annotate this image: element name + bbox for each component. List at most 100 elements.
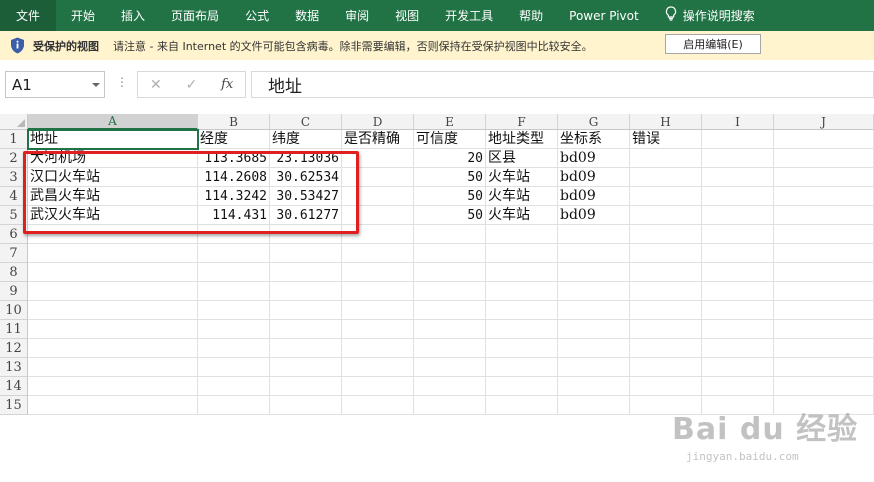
cell-b11[interactable] <box>198 320 270 339</box>
cell-e8[interactable] <box>414 263 486 282</box>
cell-a15[interactable] <box>28 396 198 415</box>
cell-e3[interactable]: 50 <box>414 168 486 187</box>
cell-j15[interactable] <box>774 396 874 415</box>
cell-e10[interactable] <box>414 301 486 320</box>
cell-g12[interactable] <box>558 339 630 358</box>
cell-a4[interactable]: 武昌火车站 <box>28 187 198 206</box>
cell-a12[interactable] <box>28 339 198 358</box>
cell-h11[interactable] <box>630 320 702 339</box>
tab-help[interactable]: 帮助 <box>506 0 556 31</box>
cell-d1[interactable]: 是否精确 <box>342 130 414 149</box>
cell-a1[interactable]: 地址 <box>27 129 199 150</box>
row-header-7[interactable]: 7 <box>0 244 28 263</box>
cell-e15[interactable] <box>414 396 486 415</box>
cell-h6[interactable] <box>630 225 702 244</box>
cell-e14[interactable] <box>414 377 486 396</box>
cell-h15[interactable] <box>630 396 702 415</box>
cell-f12[interactable] <box>486 339 558 358</box>
cell-d10[interactable] <box>342 301 414 320</box>
cell-a10[interactable] <box>28 301 198 320</box>
cell-f13[interactable] <box>486 358 558 377</box>
cell-c15[interactable] <box>270 396 342 415</box>
name-box[interactable]: A1 <box>5 71 105 98</box>
column-header-d[interactable]: D <box>342 114 414 130</box>
cell-i2[interactable] <box>702 149 774 168</box>
cell-e13[interactable] <box>414 358 486 377</box>
cell-g10[interactable] <box>558 301 630 320</box>
cell-j10[interactable] <box>774 301 874 320</box>
cell-g7[interactable] <box>558 244 630 263</box>
cell-e9[interactable] <box>414 282 486 301</box>
cell-c1[interactable]: 纬度 <box>270 130 342 149</box>
cell-d8[interactable] <box>342 263 414 282</box>
cell-h4[interactable] <box>630 187 702 206</box>
cell-i3[interactable] <box>702 168 774 187</box>
cell-j11[interactable] <box>774 320 874 339</box>
tab-formulas[interactable]: 公式 <box>232 0 282 31</box>
cancel-icon[interactable]: ✕ <box>138 77 174 93</box>
cell-a13[interactable] <box>28 358 198 377</box>
cell-g13[interactable] <box>558 358 630 377</box>
cell-j8[interactable] <box>774 263 874 282</box>
cell-e5[interactable]: 50 <box>414 206 486 225</box>
cell-f7[interactable] <box>486 244 558 263</box>
cell-e11[interactable] <box>414 320 486 339</box>
cell-j3[interactable] <box>774 168 874 187</box>
cell-e2[interactable]: 20 <box>414 149 486 168</box>
cell-e6[interactable] <box>414 225 486 244</box>
formula-input[interactable]: 地址 <box>251 71 874 98</box>
cell-b14[interactable] <box>198 377 270 396</box>
cell-j4[interactable] <box>774 187 874 206</box>
cell-b9[interactable] <box>198 282 270 301</box>
cell-i14[interactable] <box>702 377 774 396</box>
cell-b10[interactable] <box>198 301 270 320</box>
cell-f4[interactable]: 火车站 <box>486 187 558 206</box>
row-header-8[interactable]: 8 <box>0 263 28 282</box>
cell-h1[interactable]: 错误 <box>630 130 702 149</box>
column-header-c[interactable]: C <box>270 114 342 130</box>
cell-j9[interactable] <box>774 282 874 301</box>
tab-developer[interactable]: 开发工具 <box>432 0 506 31</box>
column-header-g[interactable]: G <box>558 114 630 130</box>
cell-i9[interactable] <box>702 282 774 301</box>
cell-j1[interactable] <box>774 130 874 149</box>
cell-i12[interactable] <box>702 339 774 358</box>
cell-a5[interactable]: 武汉火车站 <box>28 206 198 225</box>
tab-page-layout[interactable]: 页面布局 <box>158 0 232 31</box>
tab-data[interactable]: 数据 <box>282 0 332 31</box>
column-header-h[interactable]: H <box>630 114 702 130</box>
cell-e4[interactable]: 50 <box>414 187 486 206</box>
cell-f2[interactable]: 区县 <box>486 149 558 168</box>
column-header-e[interactable]: E <box>414 114 486 130</box>
cell-f3[interactable]: 火车站 <box>486 168 558 187</box>
more-options-icon[interactable]: ⋮ <box>116 75 128 89</box>
cell-c8[interactable] <box>270 263 342 282</box>
cell-d3[interactable] <box>342 168 414 187</box>
cell-e12[interactable] <box>414 339 486 358</box>
cell-h8[interactable] <box>630 263 702 282</box>
cell-d6[interactable] <box>342 225 414 244</box>
column-header-f[interactable]: F <box>486 114 558 130</box>
cell-i11[interactable] <box>702 320 774 339</box>
cell-c7[interactable] <box>270 244 342 263</box>
cell-b5[interactable]: 114.431 <box>198 206 270 225</box>
row-header-14[interactable]: 14 <box>0 377 28 396</box>
enable-editing-button[interactable]: 启用编辑(E) <box>665 34 761 54</box>
cell-b7[interactable] <box>198 244 270 263</box>
cell-a11[interactable] <box>28 320 198 339</box>
cell-c6[interactable] <box>270 225 342 244</box>
cell-a14[interactable] <box>28 377 198 396</box>
cell-a8[interactable] <box>28 263 198 282</box>
chevron-down-icon[interactable] <box>92 83 100 87</box>
check-icon[interactable]: ✓ <box>174 77 210 93</box>
cell-d4[interactable] <box>342 187 414 206</box>
tab-insert[interactable]: 插入 <box>108 0 158 31</box>
cell-a3[interactable]: 汉口火车站 <box>28 168 198 187</box>
cell-f10[interactable] <box>486 301 558 320</box>
cell-g1[interactable]: 坐标系 <box>558 130 630 149</box>
cell-c14[interactable] <box>270 377 342 396</box>
cell-j12[interactable] <box>774 339 874 358</box>
cell-b6[interactable] <box>198 225 270 244</box>
cell-g11[interactable] <box>558 320 630 339</box>
cell-a2[interactable]: 大河机场 <box>28 149 198 168</box>
